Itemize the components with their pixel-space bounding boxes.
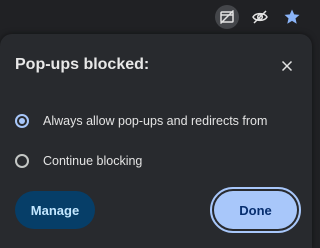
radio-continue-blocking[interactable] [15, 154, 29, 168]
eye-off-icon[interactable] [248, 5, 272, 29]
dialog-title: Pop-ups blocked: [15, 56, 150, 73]
option-continue-blocking[interactable]: Continue blocking [15, 154, 142, 168]
done-button[interactable]: Done [210, 187, 301, 233]
option-always-allow[interactable]: Always allow pop-ups and redirects from [15, 114, 267, 128]
popup-blocked-icon[interactable] [215, 5, 239, 29]
radio-always-allow[interactable] [15, 114, 29, 128]
browser-toolbar [0, 0, 312, 34]
star-icon[interactable] [280, 5, 304, 29]
option-always-allow-label: Always allow pop-ups and redirects from [43, 114, 268, 128]
close-icon [281, 60, 293, 72]
manage-button[interactable]: Manage [15, 191, 95, 229]
popups-blocked-dialog: Pop-ups blocked: Always allow pop-ups an… [0, 34, 312, 248]
option-continue-blocking-label: Continue blocking [43, 154, 143, 168]
close-button[interactable] [277, 56, 297, 76]
